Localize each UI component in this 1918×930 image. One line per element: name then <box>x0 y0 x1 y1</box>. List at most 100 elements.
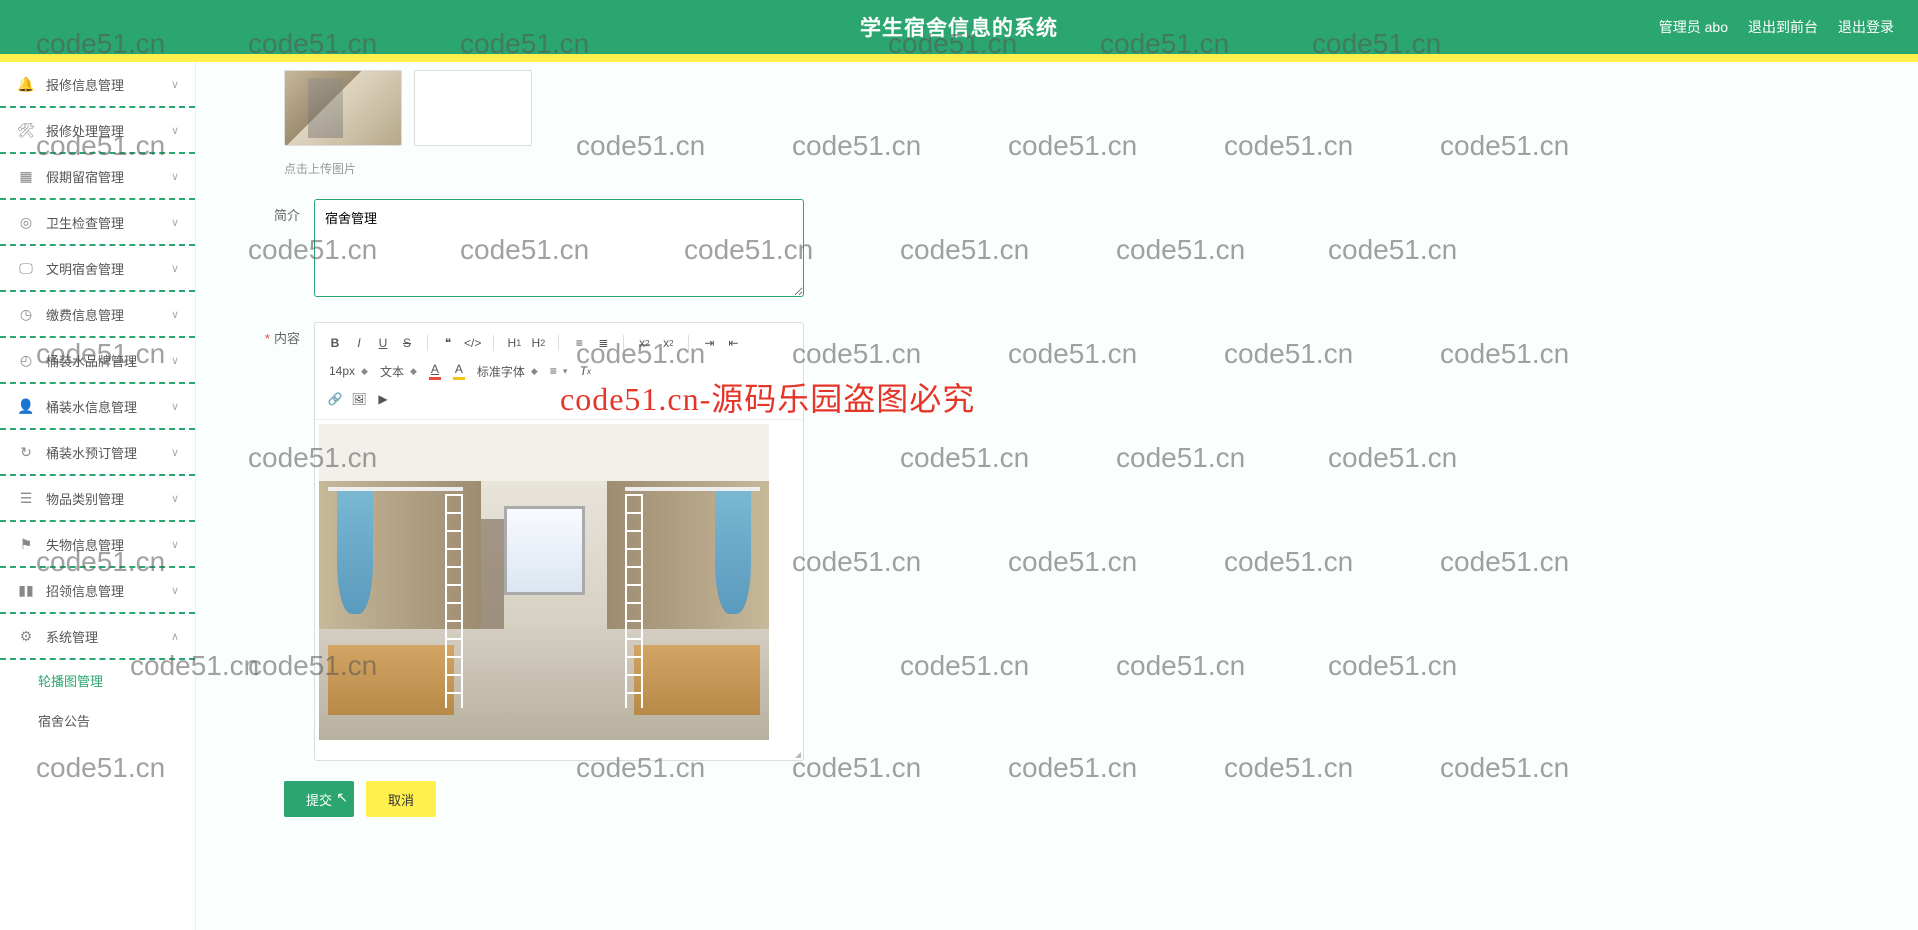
person-icon: 👤 <box>18 398 34 414</box>
separator <box>688 335 689 351</box>
chevron-down-icon: ∨ <box>171 538 179 551</box>
brief-textarea[interactable] <box>314 199 804 297</box>
gear-icon: ⚙ <box>18 628 34 644</box>
chevron-down-icon: ∨ <box>171 492 179 505</box>
sidebar-item-label: 失物信息管理 <box>46 535 124 554</box>
app-title: 学生宿舍信息的系统 <box>860 12 1058 42</box>
sidebar-item-label: 系统管理 <box>46 627 98 646</box>
sidebar-item-hygiene[interactable]: ◎ 卫生检查管理 ∨ <box>0 200 195 246</box>
chevron-down-icon: ∨ <box>171 78 179 91</box>
align-select[interactable]: ≡▾ <box>546 364 572 378</box>
gauge-icon: ◴ <box>18 352 34 368</box>
sidebar-item-label: 桶装水预订管理 <box>46 443 137 462</box>
sidebar-sub-announcement[interactable]: 宿舍公告 <box>0 700 195 740</box>
required-mark: * <box>265 331 270 346</box>
sidebar-item-label: 报修处理管理 <box>46 121 124 140</box>
chevron-down-icon: ∨ <box>171 584 179 597</box>
separator <box>558 335 559 351</box>
chevron-down-icon: ∨ <box>171 308 179 321</box>
upload-slot-empty[interactable] <box>414 70 532 146</box>
chevron-up-icon: ∧ <box>171 630 179 643</box>
sidebar-item-civilized-dorm[interactable]: 🖵 文明宿舍管理 ∨ <box>0 246 195 292</box>
strike-button[interactable]: S <box>397 333 417 353</box>
sidebar-item-lost[interactable]: ⚑ 失物信息管理 ∨ <box>0 522 195 568</box>
uploaded-thumbnail[interactable] <box>284 70 402 146</box>
font-color-button[interactable]: A <box>425 361 445 381</box>
refresh-icon: ↻ <box>18 444 34 460</box>
sidebar-item-label: 桶装水信息管理 <box>46 397 137 416</box>
flag-icon: ⚑ <box>18 536 34 552</box>
bold-button[interactable]: B <box>325 333 345 353</box>
eye-icon: ◎ <box>18 214 34 230</box>
sidebar-item-repair-info[interactable]: 🔔 报修信息管理 ∨ <box>0 62 195 108</box>
cancel-button[interactable]: 取消 <box>366 781 436 817</box>
editor-inserted-image[interactable] <box>319 424 769 740</box>
link-button[interactable]: 🔗 <box>325 389 345 409</box>
grid-icon: ▦ <box>18 168 34 184</box>
separator <box>493 335 494 351</box>
italic-button[interactable]: I <box>349 333 369 353</box>
sidebar-item-water-brand[interactable]: ◴ 桶装水品牌管理 ∨ <box>0 338 195 384</box>
video-button[interactable]: ▶ <box>373 389 393 409</box>
sidebar-item-label: 报修信息管理 <box>46 75 124 94</box>
unordered-list-button[interactable]: ≣ <box>593 333 613 353</box>
subscript-button[interactable]: x2 <box>634 333 654 353</box>
sidebar-item-label: 文明宿舍管理 <box>46 259 124 278</box>
form-row-content: *内容 B I U S ❝ <box>234 322 1514 761</box>
sidebar-item-label: 假期留宿管理 <box>46 167 124 186</box>
main-content: 点击上传图片 简介 *内容 <box>196 62 1918 930</box>
quote-button[interactable]: ❝ <box>438 333 458 353</box>
chevron-down-icon: ∨ <box>171 354 179 367</box>
sidebar: 🔔 报修信息管理 ∨ 🛠 报修处理管理 ∨ ▦ 假期留宿管理 ∨ ◎ 卫生检查管… <box>0 62 196 930</box>
chevron-down-icon: ∨ <box>171 400 179 413</box>
ordered-list-button[interactable]: ≡ <box>569 333 589 353</box>
submit-button[interactable]: 提交 ↖ <box>284 781 354 817</box>
image-button[interactable]: 🖼 <box>349 389 369 409</box>
sidebar-item-holiday-stay[interactable]: ▦ 假期留宿管理 ∨ <box>0 154 195 200</box>
separator <box>427 335 428 351</box>
h2-button[interactable]: H2 <box>528 333 548 353</box>
underline-button[interactable]: U <box>373 333 393 353</box>
sidebar-item-water-order[interactable]: ↻ 桶装水预订管理 ∨ <box>0 430 195 476</box>
logout-link[interactable]: 退出登录 <box>1838 17 1894 37</box>
chevron-down-icon: ∨ <box>171 216 179 229</box>
sidebar-item-label: 宿舍公告 <box>38 711 90 730</box>
editor-toolbar: B I U S ❝ </> H1 H2 <box>315 323 803 420</box>
monitor-icon: 🖵 <box>18 260 34 276</box>
thumbnail-row <box>284 62 1514 146</box>
font-size-select[interactable]: 14px◆ <box>325 364 372 378</box>
rich-editor: B I U S ❝ </> H1 H2 <box>314 322 804 761</box>
chevron-down-icon: ∨ <box>171 170 179 183</box>
brief-label: 简介 <box>234 199 314 300</box>
chevron-down-icon: ∨ <box>171 446 179 459</box>
admin-label[interactable]: 管理员 abo <box>1659 17 1728 37</box>
indent-button[interactable]: ⇥ <box>699 333 719 353</box>
editor-body[interactable] <box>315 420 803 760</box>
chevron-down-icon: ∨ <box>171 262 179 275</box>
accent-strip <box>0 54 1918 62</box>
sidebar-item-goods-category[interactable]: ☰ 物品类别管理 ∨ <box>0 476 195 522</box>
sidebar-item-system[interactable]: ⚙ 系统管理 ∧ <box>0 614 195 660</box>
sidebar-item-label: 卫生检查管理 <box>46 213 124 232</box>
sidebar-item-found[interactable]: ▮▮ 招领信息管理 ∨ <box>0 568 195 614</box>
separator <box>623 335 624 351</box>
sidebar-item-repair-handle[interactable]: 🛠 报修处理管理 ∨ <box>0 108 195 154</box>
h1-button[interactable]: H1 <box>504 333 524 353</box>
clear-format-button[interactable]: Tx <box>575 361 595 381</box>
list-icon: ☰ <box>18 490 34 506</box>
wrench-icon: 🛠 <box>18 122 34 138</box>
outdent-button[interactable]: ⇤ <box>723 333 743 353</box>
superscript-button[interactable]: x2 <box>658 333 678 353</box>
sidebar-item-water-info[interactable]: 👤 桶装水信息管理 ∨ <box>0 384 195 430</box>
sidebar-sub-carousel[interactable]: 轮播图管理 <box>0 660 195 700</box>
code-button[interactable]: </> <box>462 333 483 353</box>
to-frontend-link[interactable]: 退出到前台 <box>1748 17 1818 37</box>
paragraph-format-select[interactable]: 文本◆ <box>376 363 421 380</box>
editor-resize-handle[interactable] <box>791 748 801 758</box>
font-family-select[interactable]: 标准字体◆ <box>473 363 542 380</box>
bg-color-button[interactable]: A <box>449 361 469 381</box>
sidebar-item-payment[interactable]: ◷ 缴费信息管理 ∨ <box>0 292 195 338</box>
content-label: *内容 <box>234 322 314 761</box>
header-right: 管理员 abo 退出到前台 退出登录 <box>1659 17 1918 37</box>
form-buttons: 提交 ↖ 取消 <box>284 781 1514 817</box>
